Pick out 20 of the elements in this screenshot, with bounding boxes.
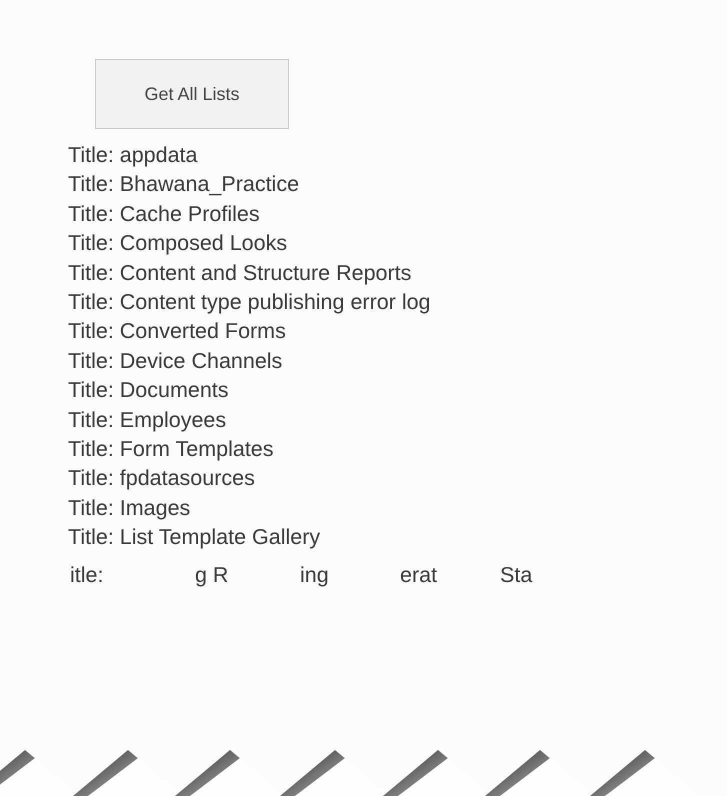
list-title: Title: Bhawana_Practice: [68, 171, 300, 198]
cut-text: erat: [400, 562, 438, 587]
list-title: Title: Content and Structure Reports: [68, 260, 412, 287]
list-title: Title: Cache Profiles: [68, 200, 261, 228]
list-title: Title: fpdatasources: [68, 465, 256, 492]
cut-text: ing: [300, 562, 329, 587]
list-title: Title: Content type publishing error log: [68, 289, 432, 316]
cut-text: itle:: [70, 562, 104, 587]
list-title: Title: Composed Looks: [68, 230, 288, 258]
list-title: Title: appdata: [68, 142, 198, 169]
cut-text: Sta: [500, 562, 532, 587]
cut-text: g R: [195, 562, 228, 587]
list-title: Title: Device Channels: [68, 348, 284, 375]
list-title: Title: Converted Forms: [68, 318, 287, 346]
list-title: Title: List Template Gallery: [68, 524, 322, 552]
list-title: Title: Employees: [68, 406, 228, 434]
list-title: Title: Documents: [68, 377, 230, 404]
list-title: Title: Form Templates: [68, 436, 274, 464]
get-all-lists-button[interactable]: Get All Lists: [95, 59, 289, 129]
list-title: Title: Images: [68, 494, 192, 522]
